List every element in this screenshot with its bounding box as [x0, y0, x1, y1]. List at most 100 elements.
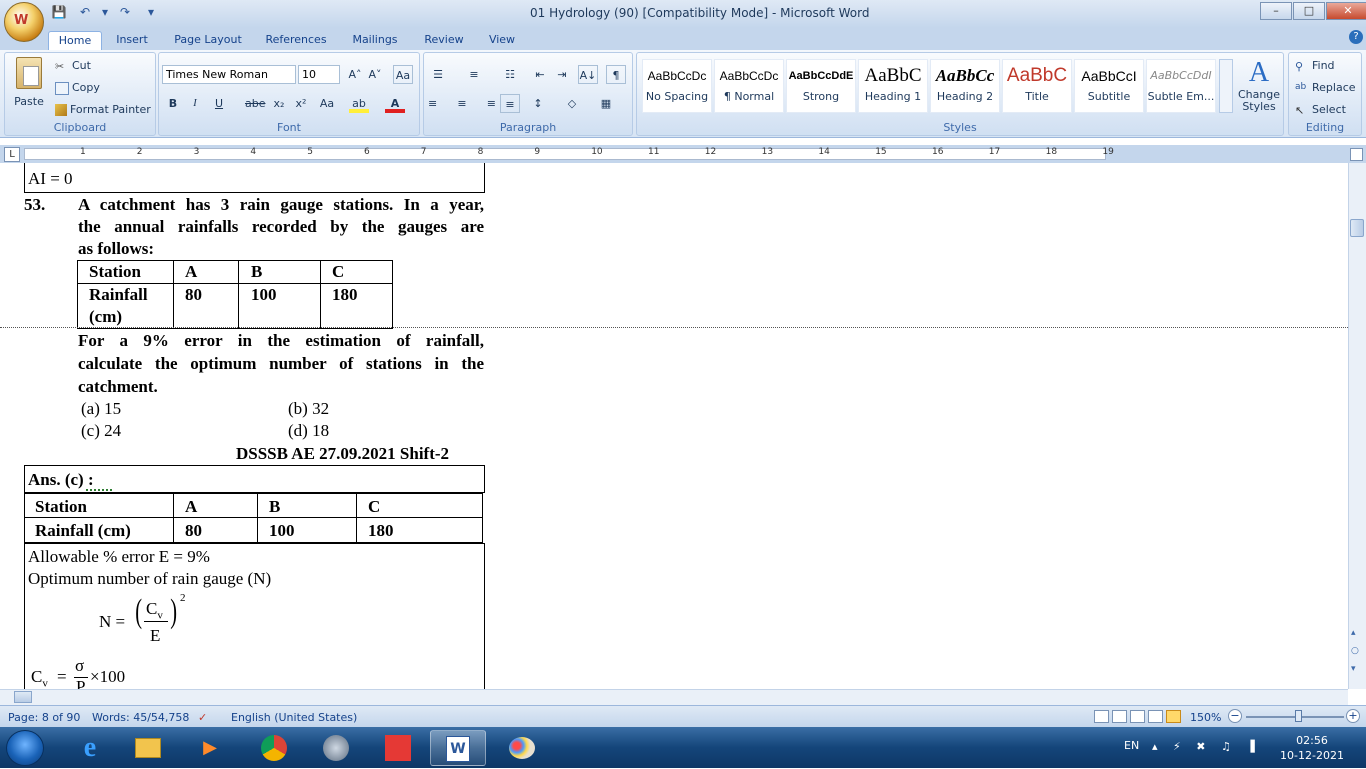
grow-font-button[interactable]: A˄	[345, 65, 365, 84]
print-layout-view-icon[interactable]	[1094, 710, 1109, 723]
align-right-button[interactable]: ≡	[476, 94, 496, 113]
vertical-scrollbar[interactable]	[1348, 163, 1366, 689]
file-explorer-icon[interactable]	[120, 730, 176, 766]
sigma-symbol: σ	[75, 656, 85, 675]
numbering-button[interactable]: ≡	[464, 65, 484, 84]
justify-button[interactable]: ≡	[500, 94, 520, 113]
copy-button[interactable]: Copy	[55, 81, 100, 95]
highlight-button[interactable]: ab	[349, 94, 369, 113]
save-icon[interactable]: 💾	[48, 5, 70, 23]
tab-home[interactable]: Home	[48, 31, 102, 50]
style-title[interactable]: AaBbC Title	[1002, 59, 1072, 113]
select-button[interactable]: ↖ Select	[1295, 103, 1346, 117]
replace-button[interactable]: ab Replace	[1295, 81, 1356, 95]
font-name-combo[interactable]: Times New Roman	[162, 65, 296, 84]
close-button[interactable]: ✕	[1326, 2, 1366, 20]
redo-icon[interactable]: ↷	[114, 5, 136, 23]
browser-globe-icon[interactable]	[308, 730, 364, 766]
zoom-level[interactable]: 150%	[1190, 711, 1221, 724]
cut-button[interactable]: ✂ Cut	[55, 59, 91, 73]
word-count[interactable]: Words: 45/54,758	[92, 711, 189, 724]
page-count[interactable]: Page: 8 of 90	[8, 711, 80, 724]
chrome-icon[interactable]	[246, 730, 302, 766]
anydesk-icon[interactable]	[370, 730, 426, 766]
office-button[interactable]: W	[4, 2, 44, 42]
draft-view-icon[interactable]	[1166, 710, 1181, 723]
increase-indent-button[interactable]: ⇥	[552, 65, 572, 84]
language-status[interactable]: English (United States)	[231, 711, 357, 724]
show-formatting-button[interactable]: ¶	[606, 65, 626, 84]
decrease-indent-button[interactable]: ⇤	[530, 65, 550, 84]
line-spacing-button[interactable]: ↕	[528, 94, 548, 113]
sort-button[interactable]: A↓	[578, 65, 598, 84]
borders-button[interactable]: ▦	[596, 94, 616, 113]
full-screen-view-icon[interactable]	[1112, 710, 1127, 723]
view-ruler-icon[interactable]	[1350, 148, 1363, 161]
word-taskbar-icon[interactable]: W	[430, 730, 486, 766]
media-player-icon[interactable]: ▶	[182, 730, 238, 766]
tab-insert[interactable]: Insert	[110, 31, 154, 50]
style-strong[interactable]: AaBbCcDdE Strong	[786, 59, 856, 113]
start-button[interactable]	[6, 730, 44, 766]
find-button[interactable]: ⚲ Find	[1295, 59, 1335, 73]
superscript-button[interactable]: x²	[291, 94, 311, 113]
zoom-in-icon[interactable]: +	[1346, 709, 1360, 723]
style-heading-1[interactable]: AaBbC Heading 1	[858, 59, 928, 113]
tab-selector[interactable]: L	[4, 147, 20, 162]
undo-icon[interactable]: ↶	[74, 5, 96, 23]
outline-view-icon[interactable]	[1148, 710, 1163, 723]
system-tray-icons[interactable]: ▴ ⚡ ✖ ♫ ▐	[1152, 740, 1261, 753]
paint-icon[interactable]	[494, 730, 550, 766]
internet-explorer-icon[interactable]: e	[62, 730, 118, 766]
undo-dropdown-icon[interactable]: ▾	[100, 5, 110, 23]
style-subtitle[interactable]: AaBbCcI Subtitle	[1074, 59, 1144, 113]
input-language[interactable]: EN	[1124, 739, 1139, 752]
table-header-cell: C	[368, 497, 381, 516]
zoom-slider-thumb[interactable]	[1295, 710, 1302, 722]
styles-scroll-button[interactable]	[1219, 59, 1233, 113]
multilevel-list-button[interactable]: ☷	[500, 65, 520, 84]
style-normal[interactable]: AaBbCcDc ¶ Normal	[714, 59, 784, 113]
shrink-font-button[interactable]: A˅	[365, 65, 385, 84]
proofing-icon[interactable]: ✓	[198, 711, 207, 724]
strikethrough-button[interactable]: abe	[245, 94, 266, 113]
shading-button[interactable]: ◇	[562, 94, 582, 113]
style-no-spacing[interactable]: AaBbCcDc No Spacing	[642, 59, 712, 113]
document-area[interactable]: AI = 0 53. A catchment has 3 rain gauge …	[0, 163, 1348, 689]
horizontal-ruler[interactable]	[24, 148, 1106, 160]
tab-mailings[interactable]: Mailings	[346, 31, 404, 50]
horizontal-scroll-thumb[interactable]	[14, 691, 32, 703]
minimize-button[interactable]: –	[1260, 2, 1292, 20]
web-layout-view-icon[interactable]	[1130, 710, 1145, 723]
customize-qat-icon[interactable]: ▾	[140, 5, 162, 23]
browse-object-icon[interactable]: ▴ ○ ▾	[1351, 624, 1359, 678]
tab-review[interactable]: Review	[420, 31, 468, 50]
italic-button[interactable]: I	[185, 94, 205, 113]
center-button[interactable]: ≡	[452, 94, 472, 113]
tab-page-layout[interactable]: Page Layout	[170, 31, 246, 50]
style-subtle-emphasis[interactable]: AaBbCcDdI Subtle Em...	[1146, 59, 1216, 113]
bullets-button[interactable]: ☰	[428, 65, 448, 84]
horizontal-scrollbar[interactable]	[0, 689, 1348, 705]
underline-button[interactable]: U	[209, 94, 229, 113]
vertical-scroll-thumb[interactable]	[1350, 219, 1364, 237]
style-heading-2[interactable]: AaBbCc Heading 2	[930, 59, 1000, 113]
format-painter-button[interactable]: Format Painter	[55, 103, 151, 116]
paste-button[interactable]: Paste	[9, 57, 49, 108]
bold-button[interactable]: B	[163, 94, 183, 113]
clear-formatting-button[interactable]: Aa	[393, 65, 413, 84]
table-header-cell: Station	[35, 497, 87, 516]
cv-line-equals: =	[57, 667, 67, 686]
align-left-button[interactable]: ≡	[428, 94, 448, 113]
change-case-button[interactable]: Aa	[317, 94, 337, 113]
maximize-button[interactable]: □	[1293, 2, 1325, 20]
clock[interactable]: 02:56 10-12-2021	[1272, 733, 1352, 763]
tab-view[interactable]: View	[484, 31, 520, 50]
subscript-button[interactable]: x₂	[269, 94, 289, 113]
zoom-out-icon[interactable]: −	[1228, 709, 1242, 723]
help-icon[interactable]: ?	[1349, 30, 1363, 44]
tab-references[interactable]: References	[262, 31, 330, 50]
font-size-combo[interactable]: 10	[298, 65, 340, 84]
font-color-button[interactable]: A	[385, 94, 405, 113]
change-styles-button[interactable]: A Change Styles	[1235, 57, 1283, 113]
